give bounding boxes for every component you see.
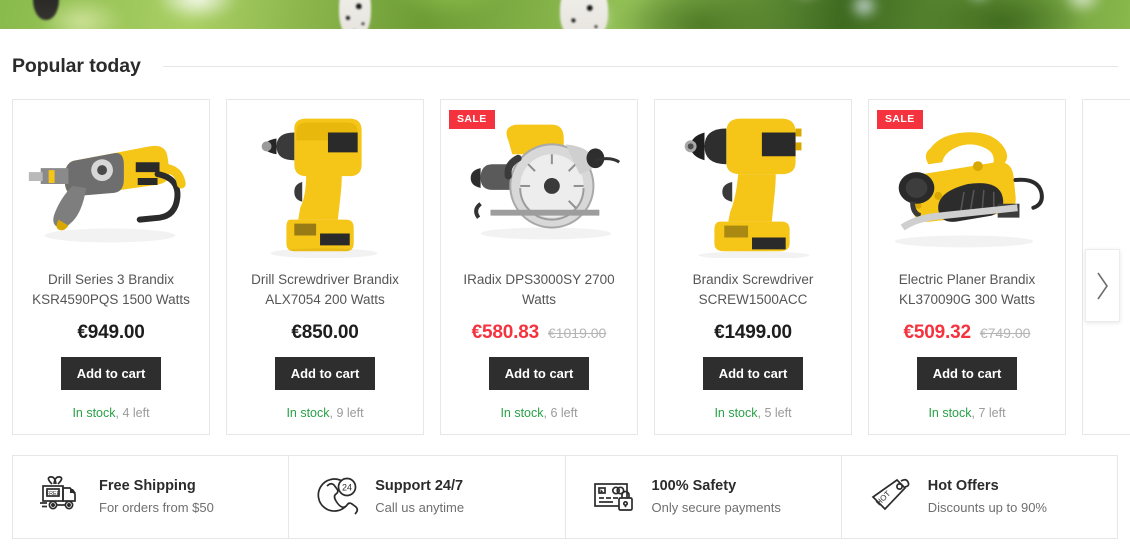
secure-payment-card-lock-icon [592, 475, 638, 519]
add-to-cart-button[interactable]: Add to cart [274, 357, 376, 390]
hero-banner [0, 0, 1130, 29]
stock-count-label: , 9 left [329, 406, 364, 420]
product-card[interactable]: Brandix Screwdriver SCREW1500ACC €1499.0… [654, 99, 852, 435]
features-bar: FREE Free Shipping For orders from $50 2… [12, 455, 1118, 539]
svg-text:FREE: FREE [46, 491, 61, 497]
feature-title: Support 24/7 [375, 478, 464, 494]
product-price: €949.00 [77, 322, 145, 343]
add-to-cart-button[interactable]: Add to cart [488, 357, 590, 390]
stock-status: In stock, 6 left [500, 406, 577, 420]
carousel-next-button[interactable] [1085, 249, 1120, 322]
feature-text: Free Shipping For orders from $50 [99, 477, 214, 517]
feature-subtitle: Discounts up to 90% [927, 500, 1047, 515]
product-card[interactable]: Drill Screwdriver Brandix ALX7054 200 Wa… [226, 99, 424, 435]
feature-subtitle: Only secure payments [651, 500, 781, 515]
product-price: €850.00 [291, 322, 359, 343]
product-price-row: €949.00 [77, 322, 144, 344]
feature-text: Hot Offers Discounts up to 90% [928, 477, 1047, 517]
product-title[interactable]: Brandix Screwdriver SCREW1500ACC [665, 270, 841, 310]
product-image[interactable] [869, 108, 1065, 258]
banner-dalmatian-body [560, 0, 608, 29]
product-image-circular-saw [470, 124, 621, 240]
add-to-cart-button[interactable]: Add to cart [702, 357, 804, 390]
feature-title: Hot Offers [927, 478, 999, 494]
header-divider [162, 66, 1118, 67]
product-price-row: €580.83 €1019.00 [472, 322, 607, 344]
feature-title: Free Shipping [99, 478, 196, 494]
hot-offers-tag-icon: HOT [871, 478, 910, 511]
stock-status: In stock, 9 left [286, 406, 363, 420]
sale-badge: SALE [877, 110, 923, 129]
feature-item: HOT Hot Offers Discounts up to 90% [842, 456, 1117, 538]
free-shipping-truck-icon: FREE [40, 476, 76, 510]
stock-in-stock-label: In stock [500, 406, 544, 420]
sale-badge: SALE [449, 110, 495, 129]
product-price-row: €509.32 €749.00 [904, 322, 1031, 344]
feature-item: 100% Safety Only secure payments [566, 456, 842, 538]
stock-count-label: , 5 left [757, 406, 792, 420]
product-image[interactable] [227, 108, 423, 258]
product-image-electric-planer [894, 132, 1044, 248]
section-header: Popular today [12, 55, 1118, 78]
product-title[interactable]: IRadix DPS3000SY 2700 Watts [451, 270, 627, 310]
product-image[interactable] [13, 108, 209, 258]
feature-title: 100% Safety [651, 478, 737, 494]
banner-dalmatian-leg [339, 0, 371, 29]
product-carousel: Drill Series 3 Brandix KSR4590PQS 1500 W… [0, 99, 1130, 435]
product-card[interactable]: SALE IRadix DPS3000SY 2700 Watts €580.83… [440, 99, 638, 435]
hot-offers-tag-icon: HOT [868, 475, 914, 519]
page-title: Popular today [12, 55, 141, 77]
stock-count-label: , 6 left [543, 406, 578, 420]
secure-payment-card-lock-icon [593, 483, 633, 511]
stock-status: In stock, 7 left [928, 406, 1005, 420]
stock-in-stock-label: In stock [286, 406, 330, 420]
chevron-right-icon [1097, 272, 1108, 299]
product-image-cordless-drill [261, 118, 378, 258]
product-image[interactable] [655, 108, 851, 258]
product-image-hammer-drill [28, 145, 186, 243]
product-image-compact-drill [684, 118, 810, 258]
product-price: €1499.00 [714, 322, 792, 343]
feature-text: Support 24/7 Call us anytime [375, 477, 464, 517]
feature-text: 100% Safety Only secure payments [652, 477, 781, 517]
support-24-phone-icon: 24 [315, 475, 361, 519]
product-price-row: €1499.00 [714, 322, 792, 344]
stock-status: In stock, 5 left [714, 406, 791, 420]
free-shipping-truck-icon: FREE [39, 475, 85, 519]
product-price: €580.83 [471, 322, 539, 343]
product-old-price: €1019.00 [547, 325, 607, 341]
product-price: €509.32 [903, 322, 971, 343]
product-price-row: €850.00 [291, 322, 358, 344]
product-title[interactable]: Electric Planer Brandix KL370090G 300 Wa… [879, 270, 1055, 310]
feature-subtitle: Call us anytime [375, 500, 465, 515]
stock-count-label: , 7 left [971, 406, 1006, 420]
product-title[interactable]: Drill Series 3 Brandix KSR4590PQS 1500 W… [23, 270, 199, 310]
add-to-cart-button[interactable]: Add to cart [916, 357, 1018, 390]
stock-in-stock-label: In stock [714, 406, 758, 420]
support-24-phone-icon: 24 [317, 477, 359, 515]
add-to-cart-button[interactable]: Add to cart [60, 357, 162, 390]
svg-text:24: 24 [342, 483, 352, 493]
stock-count-label: , 4 left [115, 406, 150, 420]
feature-item: FREE Free Shipping For orders from $50 [13, 456, 290, 538]
product-image[interactable] [441, 108, 637, 258]
product-list: Drill Series 3 Brandix KSR4590PQS 1500 W… [0, 99, 1130, 435]
product-card[interactable]: SALE Electric Planer Brandix KL370090G 3… [868, 99, 1066, 435]
feature-item: 24 Support 24/7 Call us anytime [289, 456, 566, 538]
product-old-price: €749.00 [979, 325, 1031, 341]
stock-status: In stock, 4 left [72, 406, 149, 420]
stock-in-stock-label: In stock [72, 406, 116, 420]
feature-subtitle: For orders from $50 [99, 500, 214, 515]
product-title[interactable]: Drill Screwdriver Brandix ALX7054 200 Wa… [237, 270, 413, 310]
stock-in-stock-label: In stock [928, 406, 972, 420]
product-card[interactable]: Drill Series 3 Brandix KSR4590PQS 1500 W… [12, 99, 210, 435]
